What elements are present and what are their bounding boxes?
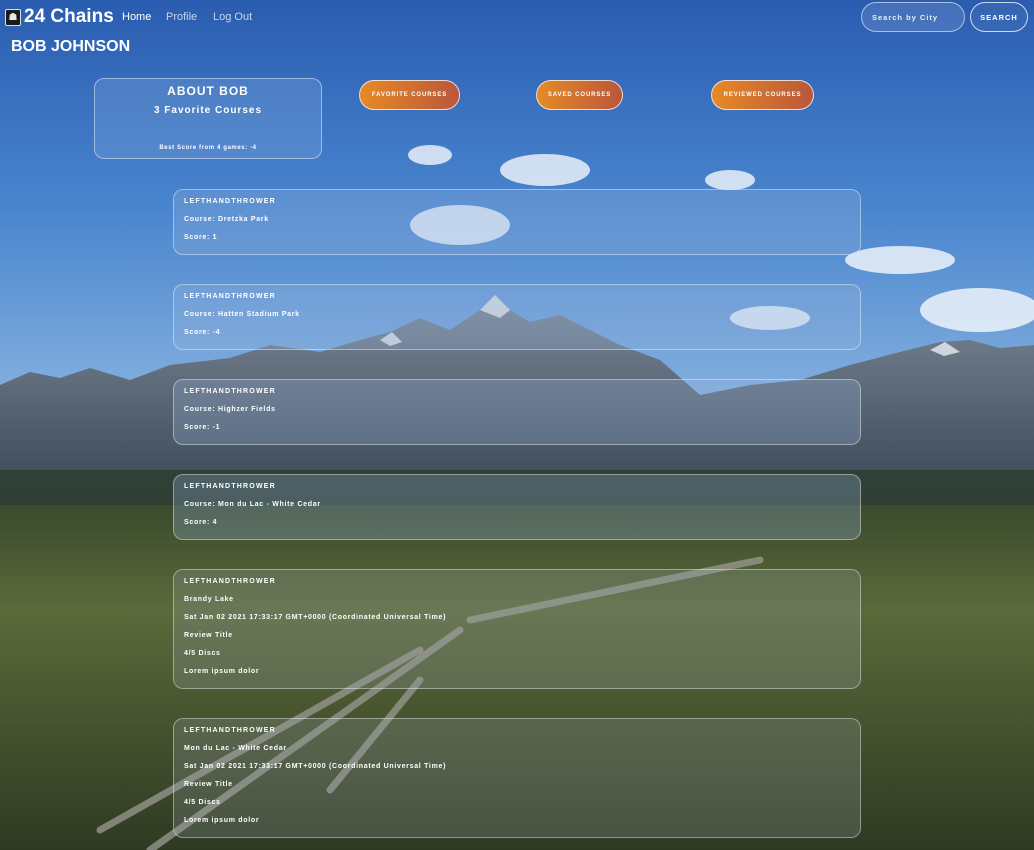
best-score-text: Best Score from 4 games: -4 [159, 145, 257, 151]
review-title: Review Title [184, 781, 233, 788]
scorecard-score: Score: -1 [184, 424, 221, 431]
favorite-courses-button[interactable]: FAVORITE COURSES [359, 80, 460, 110]
scorecard-user[interactable]: LEFTHANDTHROWER [184, 483, 276, 490]
review-card: LEFTHANDTHROWER Brandy Lake Sat Jan 02 2… [173, 569, 861, 689]
scorecard-course[interactable]: Course: Dretzka Park [184, 216, 269, 223]
review-rating: 4/5 Discs [184, 650, 221, 657]
search-button[interactable]: SEARCH [970, 2, 1028, 32]
review-rating: 4/5 Discs [184, 799, 221, 806]
review-user[interactable]: LEFTHANDTHROWER [184, 727, 276, 734]
review-date: Sat Jan 02 2021 17:33:17 GMT+0000 (Coord… [184, 614, 447, 621]
scorecard-course[interactable]: Course: Hatten Stadium Park [184, 311, 300, 318]
review-course[interactable]: Brandy Lake [184, 596, 234, 603]
logo-icon[interactable]: ☗ [5, 9, 21, 26]
scorecard-score: Score: 1 [184, 234, 218, 241]
scorecard: LEFTHANDTHROWER Course: Highzer Fields S… [173, 379, 861, 445]
about-title: ABOUT BOB [167, 84, 249, 98]
scorecard: LEFTHANDTHROWER Course: Hatten Stadium P… [173, 284, 861, 350]
review-title: Review Title [184, 632, 233, 639]
scorecard-user[interactable]: LEFTHANDTHROWER [184, 198, 276, 205]
scorecard-score: Score: 4 [184, 519, 218, 526]
nav-profile-link[interactable]: Profile [166, 11, 197, 23]
review-course[interactable]: Mon du Lac - White Cedar [184, 745, 287, 752]
saved-courses-button[interactable]: SAVED COURSES [536, 80, 623, 110]
scorecard-course[interactable]: Course: Mon du Lac - White Cedar [184, 501, 321, 508]
scorecard-course[interactable]: Course: Highzer Fields [184, 406, 276, 413]
top-navbar: ☗ 24 Chains Home Profile Log Out SEARCH [0, 0, 1034, 36]
scorecard: LEFTHANDTHROWER Course: Mon du Lac - Whi… [173, 474, 861, 540]
scorecard-user[interactable]: LEFTHANDTHROWER [184, 293, 276, 300]
search-city-input[interactable] [861, 2, 965, 32]
about-card: ABOUT BOB 3 Favorite Courses Best Score … [94, 78, 322, 159]
nav-logout-link[interactable]: Log Out [213, 11, 252, 23]
scorecard: LEFTHANDTHROWER Course: Dretzka Park Sco… [173, 189, 861, 255]
review-card: LEFTHANDTHROWER Mon du Lac - White Cedar… [173, 718, 861, 838]
review-user[interactable]: LEFTHANDTHROWER [184, 578, 276, 585]
user-name-heading: BOB JOHNSON [11, 38, 131, 55]
favorite-courses-count: 3 Favorite Courses [153, 105, 263, 116]
nav-home-link[interactable]: Home [122, 11, 151, 23]
review-body: Lorem ipsum dolor [184, 817, 260, 824]
scorecard-user[interactable]: LEFTHANDTHROWER [184, 388, 276, 395]
reviewed-courses-button[interactable]: REVIEWED COURSES [711, 80, 814, 110]
brand-title[interactable]: 24 Chains [24, 6, 114, 28]
review-date: Sat Jan 02 2021 17:33:17 GMT+0000 (Coord… [184, 763, 447, 770]
scorecard-score: Score: -4 [184, 329, 221, 336]
review-body: Lorem ipsum dolor [184, 668, 260, 675]
